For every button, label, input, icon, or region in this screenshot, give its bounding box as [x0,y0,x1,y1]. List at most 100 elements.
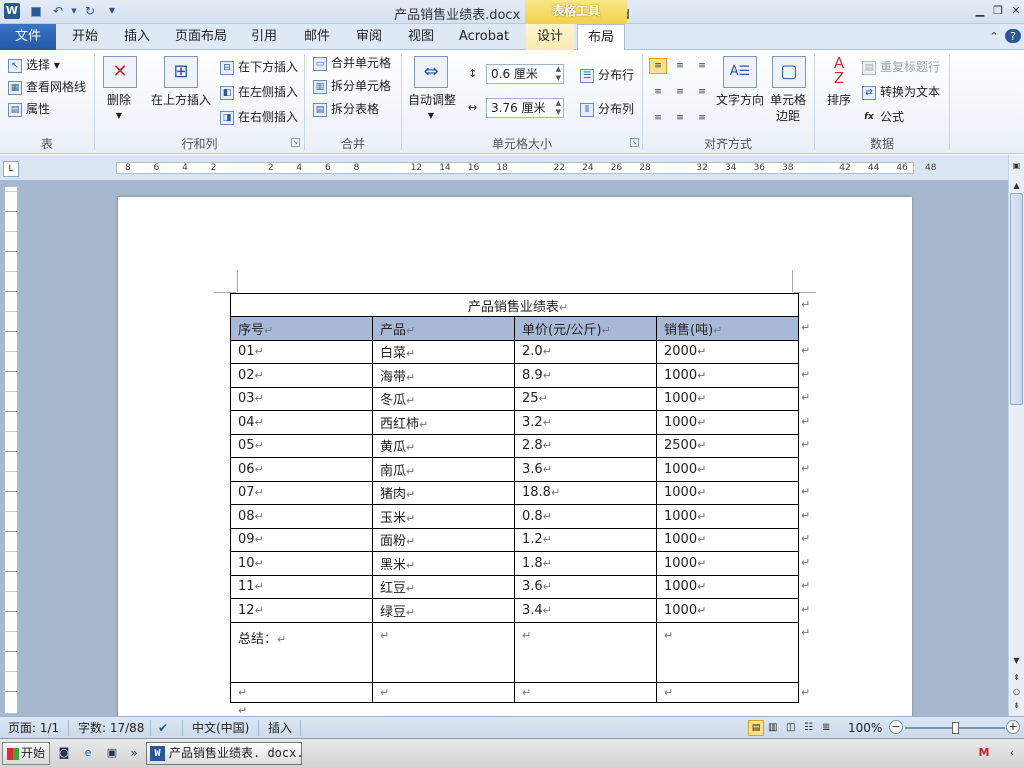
web-layout-icon[interactable]: ◫ [786,720,795,736]
distribute-rows-button[interactable]: ☰ 分布行 [580,66,634,84]
repeat-header-rows-button[interactable]: ▤ 重复标题行 [862,58,940,76]
help-icon[interactable]: ? [1005,29,1021,43]
show-desktop-icon[interactable]: ◙ [56,745,72,761]
draft-view-icon[interactable]: ≣ [822,720,830,736]
table-cell[interactable]: 1000↵ [656,410,799,435]
empty-cell[interactable]: ↵ [514,681,657,703]
table-cell[interactable]: 04↵ [230,410,373,435]
scroll-up-icon[interactable]: ▲ [1010,180,1023,192]
table-cell[interactable]: 1.2↵ [514,527,657,552]
text-direction-button[interactable]: 文字方向 [714,92,766,108]
column-width-field[interactable]: 3.76 厘米 ▲ ▼ [486,98,564,118]
table-cell[interactable]: 05↵ [230,433,373,458]
zoom-in-icon[interactable]: + [1006,720,1020,734]
table-cell[interactable]: 12↵ [230,598,373,623]
tab-acrobat[interactable]: Acrobat [452,24,516,50]
table-cell[interactable]: 面粉↵ [372,527,515,552]
formula-button[interactable]: fx 公式 [862,108,904,126]
table-cell[interactable]: 2.8↵ [514,433,657,458]
insert-below-button[interactable]: ⊟ 在下方插入 [220,58,298,76]
next-page-icon[interactable]: ⇟ [1010,700,1023,712]
table-cell[interactable]: 白菜↵ [372,339,515,364]
word-count[interactable]: 字数: 17/88 [78,720,144,736]
table-cell[interactable]: 1000↵ [656,480,799,505]
sort-button[interactable]: 排序 [818,92,860,108]
scroll-thumb[interactable] [1010,193,1023,405]
delete-dropdown-icon[interactable]: ▼ [112,108,126,124]
cell-margins-icon[interactable]: ▢ [772,56,806,88]
tab-selector-icon[interactable]: L [3,161,19,177]
convert-to-text-button[interactable]: ⇄ 转换为文本 [862,83,940,101]
table-title-cell[interactable]: 产品销售业绩表↵ [230,293,799,317]
align-bottom-left-icon[interactable]: ≡ [649,110,667,126]
properties-button[interactable]: ▤ 属性 [8,100,50,118]
table-cell[interactable]: 0.8↵ [514,504,657,529]
table-cell[interactable]: 2500↵ [656,433,799,458]
header-cell[interactable]: 单价(元/公斤)↵ [514,316,657,341]
tab-layout[interactable]: 布局 [577,24,625,51]
minimize-icon[interactable]: ▁ [972,4,988,18]
tab-view[interactable]: 视图 [398,24,444,50]
insert-above-icon[interactable]: ⊞ [164,56,198,88]
print-layout-view-icon[interactable]: ▤ [748,720,764,736]
tab-page-layout[interactable]: 页面布局 [168,24,234,50]
table-cell[interactable]: 1000↵ [656,574,799,599]
sort-az-icon[interactable]: AZ [822,56,856,88]
table-cell[interactable]: 09↵ [230,527,373,552]
table-cell[interactable]: 18.8↵ [514,480,657,505]
tab-home[interactable]: 开始 [60,24,110,50]
zoom-out-icon[interactable]: − [889,720,903,734]
sales-table[interactable]: 产品销售业绩表↵ 序号↵ 产品↵ 单价(元/公斤)↵ 销售(吨)↵ 01↵ 白菜↵… [230,293,799,703]
table-cell[interactable]: 2000↵ [656,339,799,364]
tray-app-icon[interactable]: M [976,745,992,761]
table-cell[interactable]: 02↵ [230,363,373,388]
table-cell[interactable]: 猪肉↵ [372,480,515,505]
table-cell[interactable]: 25↵ [514,386,657,411]
previous-page-icon[interactable]: ⇞ [1010,672,1023,684]
table-cell[interactable]: 3.4↵ [514,598,657,623]
table-cell[interactable]: 01↵ [230,339,373,364]
language-indicator[interactable]: 中文(中国) [192,720,249,736]
tab-insert[interactable]: 插入 [112,24,162,50]
view-ruler-toggle-icon[interactable]: ▣ [1010,160,1023,172]
table-cell[interactable]: 1000↵ [656,386,799,411]
vertical-ruler[interactable] [4,186,18,714]
table-cell[interactable]: 1000↵ [656,363,799,388]
tab-review[interactable]: 审阅 [346,24,392,50]
table-cell[interactable]: 冬瓜↵ [372,386,515,411]
align-middle-center-icon[interactable]: ≡ [671,84,689,100]
table-cell[interactable]: 1000↵ [656,598,799,623]
zoom-slider-knob[interactable] [952,722,959,734]
tab-design[interactable]: 设计 [526,24,574,50]
summary-cell[interactable]: 总结：↵ [230,621,373,683]
view-gridlines-button[interactable]: ▦ 查看网格线 [8,78,86,96]
dialog-launcher-icon[interactable]: ↘ [291,138,300,147]
close-icon[interactable]: ✕ [1008,4,1024,18]
table-cell[interactable]: 11↵ [230,574,373,599]
insert-left-button[interactable]: ◧ 在左侧插入 [220,83,298,101]
insert-mode[interactable]: 插入 [268,720,292,736]
scroll-down-icon[interactable]: ▼ [1010,655,1023,667]
tab-mailings[interactable]: 邮件 [294,24,340,50]
header-cell[interactable]: 销售(吨)↵ [656,316,799,341]
autofit-dropdown-icon[interactable]: ▼ [424,108,438,124]
minimize-ribbon-icon[interactable]: ⌃ [986,30,1002,44]
zoom-level[interactable]: 100% [848,720,882,736]
table-cell[interactable]: 1000↵ [656,457,799,482]
align-middle-right-icon[interactable]: ≡ [693,84,711,100]
table-cell[interactable]: 10↵ [230,551,373,576]
page-count[interactable]: 页面: 1/1 [8,720,59,736]
align-bottom-right-icon[interactable]: ≡ [693,110,711,126]
table-cell[interactable]: 南瓜↵ [372,457,515,482]
empty-cell[interactable]: ↵ [372,681,515,703]
distribute-columns-button[interactable]: ⫴ 分布列 [580,100,634,118]
split-cells-button[interactable]: ▥ 拆分单元格 [313,77,391,95]
empty-cell[interactable]: ↵ [230,681,373,703]
summary-cell[interactable]: ↵ [656,621,799,683]
table-cell[interactable]: 海带↵ [372,363,515,388]
split-table-button[interactable]: ▤ 拆分表格 [313,100,379,118]
tab-file[interactable]: 文件 [0,24,56,50]
summary-cell[interactable]: ↵ [514,621,657,683]
merge-cells-button[interactable]: ▭ 合并单元格 [313,54,391,72]
summary-cell[interactable]: ↵ [372,621,515,683]
